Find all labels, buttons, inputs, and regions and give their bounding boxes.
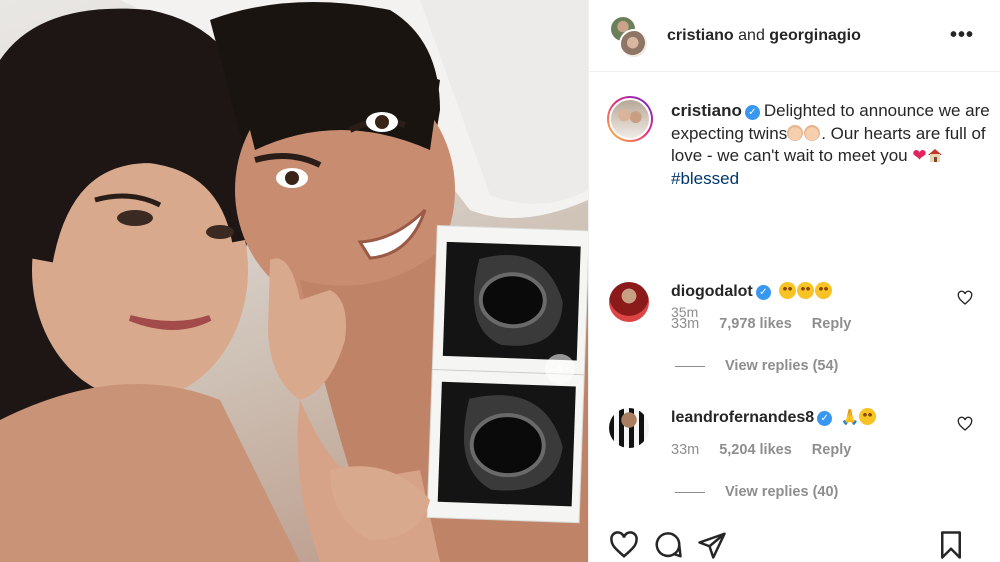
heart-eyes-emoji-icon [859,408,877,425]
house-emoji-icon [927,149,942,162]
post-side-panel: cristiano and georginagio ••• cristiano ✓… [588,0,1000,562]
comment-meta: 33m 7,978 likes Reply [671,316,989,332]
view-replies-label: View replies (54) [725,358,839,374]
comment-likes[interactable]: 5,204 likes [719,442,792,458]
comment-likes[interactable]: 7,978 likes [719,316,792,332]
reply-button[interactable]: Reply [812,316,852,332]
comment-time: 33m [671,316,700,332]
heart-icon[interactable] [957,290,973,306]
baby-emoji-icon [804,124,821,141]
bookmark-icon[interactable] [936,530,966,560]
star-struck-emoji-icon [779,282,797,299]
comment-username[interactable]: diogodalot [671,283,753,300]
chevron-right-icon: › [557,358,563,379]
caption-text: cristiano ✓ Delighted to announce we are e… [671,100,991,190]
comment-body: leandrofernandes8 ✓ 🙏 [671,408,989,428]
view-replies-button[interactable]: View replies (54) [675,358,989,374]
share-icon[interactable] [697,530,727,560]
baby-emoji-icon [787,124,804,141]
star-struck-emoji-icon [797,282,815,299]
view-replies-label: View replies (40) [725,484,839,500]
verified-badge-icon: ✓ [744,105,760,120]
photo-illustration [0,0,588,562]
post-authors: cristiano and georginagio [667,26,861,46]
hashtag-link[interactable]: #blessed [671,168,991,191]
more-options-icon[interactable]: ••• [950,24,974,47]
comment-username[interactable]: leandrofernandes8 [671,409,814,426]
heart-icon[interactable] [609,530,639,560]
folded-hands-emoji-icon: 🙏 [840,409,860,426]
authors-conjunction: and [738,26,765,44]
comment-meta: 33m 5,204 likes Reply [671,442,989,458]
avatar[interactable] [609,408,649,448]
author-link-georginagio[interactable]: georginagio [769,27,861,44]
red-heart-emoji-icon: ❤ [912,146,927,165]
verified-badge-icon: ✓ [755,285,771,300]
comment-icon[interactable] [653,530,683,560]
avatar[interactable] [607,96,653,142]
star-struck-emoji-icon [815,282,833,299]
post-header: cristiano and georginagio ••• [589,0,1000,72]
post-caption: cristiano ✓ Delighted to announce we are e… [589,72,1000,320]
comment-body: diogodalot ✓ [671,282,989,302]
comment-item: diogodalot ✓ 33m 7,978 likes Reply View r… [609,282,989,374]
post-photo[interactable]: › [0,0,588,562]
avatar [619,28,649,59]
avatar[interactable] [609,282,649,322]
carousel-next-button[interactable]: › [545,354,575,384]
replies-divider [675,491,705,493]
author-link-cristiano[interactable]: cristiano [667,27,734,44]
view-replies-button[interactable]: View replies (40) [675,484,989,500]
heart-icon[interactable] [957,416,973,432]
comment-item: leandrofernandes8 ✓ 🙏 33m 5,204 likes Rep… [609,408,989,500]
replies-divider [675,365,705,367]
comment-time: 33m [671,442,700,458]
collab-avatars[interactable] [609,14,649,59]
reply-button[interactable]: Reply [812,442,852,458]
caption-username[interactable]: cristiano [671,101,742,120]
verified-badge-icon: ✓ [817,411,833,426]
post-actions-bar [609,530,980,562]
